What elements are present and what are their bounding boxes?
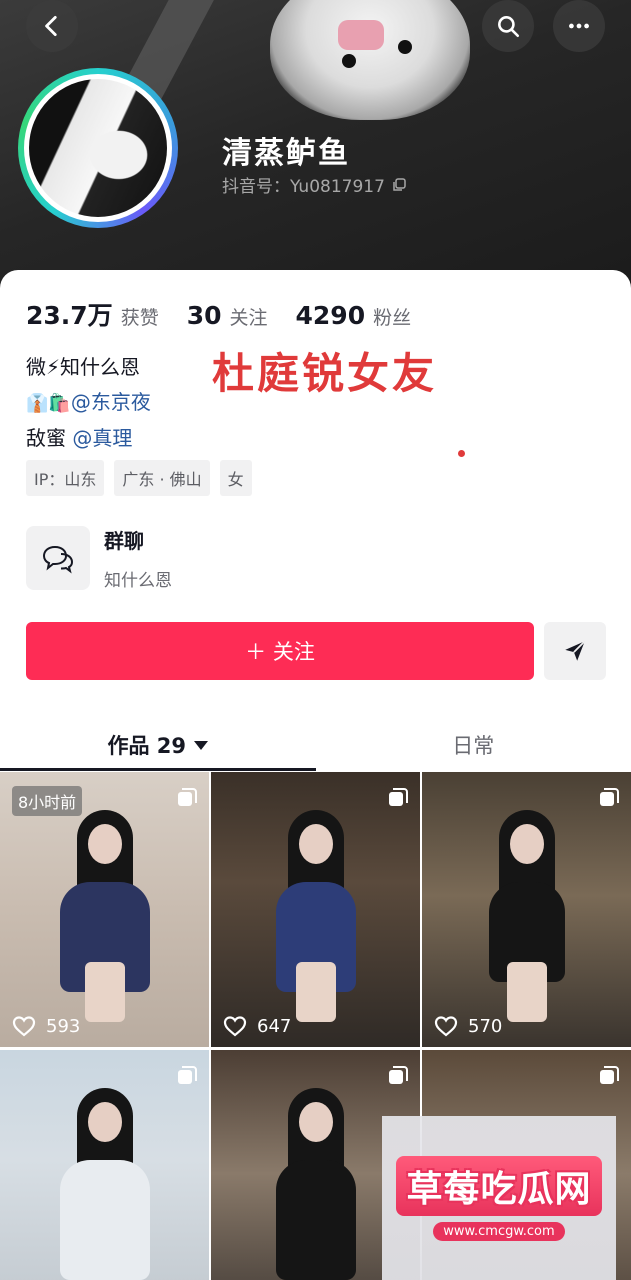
stat-followers[interactable]: 4290 粉丝 xyxy=(296,301,412,330)
mention-link-1[interactable]: @东京夜 xyxy=(71,390,151,414)
watermark-url: www.cmcgw.com xyxy=(433,1221,565,1241)
like-count: 647 xyxy=(223,1015,291,1037)
tag-ip: IP：山东 xyxy=(26,460,105,496)
content-tabs: 作品 29 日常 xyxy=(0,718,631,772)
bio-line-3-text: 敌蜜 xyxy=(26,426,73,450)
profile-tags: IP：山东 广东 · 佛山 女 xyxy=(26,460,252,496)
video-tile[interactable]: 647 xyxy=(211,772,420,1047)
multi-image-icon xyxy=(600,1066,619,1084)
heart-icon xyxy=(223,1016,247,1037)
search-button[interactable] xyxy=(482,0,534,52)
mention-link-2[interactable]: @真理 xyxy=(72,426,132,450)
like-count-value: 570 xyxy=(468,1015,503,1037)
share-button[interactable] xyxy=(544,622,606,680)
caret-down-icon xyxy=(194,740,209,750)
chevron-left-icon xyxy=(45,15,57,37)
copy-icon xyxy=(393,177,406,191)
tab-daily[interactable]: 日常 xyxy=(316,718,631,772)
overlay-caption: 杜庭锐女友 xyxy=(212,349,438,398)
follow-button[interactable]: ＋ 关注 xyxy=(26,622,534,680)
site-watermark: 草莓吃瓜网 www.cmcgw.com xyxy=(382,1116,616,1280)
search-icon xyxy=(498,16,520,38)
video-tile[interactable]: 8小时前 593 xyxy=(0,772,209,1047)
multi-image-icon xyxy=(389,1066,408,1084)
send-icon xyxy=(565,640,586,661)
active-tab-indicator xyxy=(0,768,316,771)
likes-label: 获赞 xyxy=(120,307,159,329)
tag-location: 广东 · 佛山 xyxy=(114,460,210,496)
stat-following[interactable]: 30 关注 xyxy=(187,301,268,330)
bio-line-1: 微⚡知什么恩 xyxy=(26,355,141,379)
profile-nickname: 清蒸鲈鱼 xyxy=(222,136,350,171)
like-count-value: 647 xyxy=(257,1015,292,1037)
like-count: 570 xyxy=(434,1015,502,1037)
video-tile[interactable] xyxy=(0,1050,209,1280)
tab-works-label: 作品 29 xyxy=(107,734,187,758)
chat-bubbles-icon xyxy=(42,545,74,574)
more-button[interactable] xyxy=(553,0,605,52)
group-chat-title: 群聊 xyxy=(104,529,144,553)
bio: 微⚡知什么恩 👔🛍️@东京夜 敌蜜 @真理 xyxy=(26,350,151,456)
stats-row: 23.7万 获赞 30 关注 4290 粉丝 xyxy=(26,296,411,332)
multi-image-icon xyxy=(389,788,408,806)
bio-line-2: 👔🛍️@东京夜 xyxy=(26,385,151,421)
group-chat-entry[interactable]: 群聊 知什么恩 xyxy=(26,525,172,591)
like-count-value: 593 xyxy=(46,1015,81,1037)
time-badge: 8小时前 xyxy=(12,786,83,816)
red-dot xyxy=(458,450,465,457)
watermark-title: 草莓吃瓜网 xyxy=(396,1155,602,1216)
banner-dog-image xyxy=(270,0,470,120)
likes-count: 23.7万 xyxy=(26,301,113,330)
followers-label: 粉丝 xyxy=(373,307,412,329)
group-chat-icon-box xyxy=(26,526,90,590)
bio-line-3: 敌蜜 @真理 xyxy=(26,421,151,456)
tab-works[interactable]: 作品 29 xyxy=(0,718,316,772)
following-count: 30 xyxy=(186,301,222,330)
tab-daily-label: 日常 xyxy=(452,734,495,758)
group-chat-subtitle: 知什么恩 xyxy=(104,571,172,591)
avatar[interactable] xyxy=(18,68,178,228)
followers-count: 4290 xyxy=(295,301,366,330)
back-button[interactable] xyxy=(26,0,78,52)
multi-image-icon xyxy=(178,1066,197,1084)
multi-image-icon xyxy=(178,788,197,806)
more-dots-icon xyxy=(569,23,589,29)
avatar-image xyxy=(29,79,167,217)
douyin-id[interactable]: 抖音号：Yu0817917 xyxy=(222,172,407,197)
tag-gender: 女 xyxy=(219,460,252,496)
following-label: 关注 xyxy=(229,307,268,329)
heart-icon xyxy=(434,1016,458,1037)
stat-likes[interactable]: 23.7万 获赞 xyxy=(26,296,159,332)
video-tile[interactable]: 570 xyxy=(422,772,631,1047)
heart-icon xyxy=(12,1016,36,1037)
douyin-id-text: 抖音号：Yu0817917 xyxy=(222,177,385,197)
like-count: 593 xyxy=(12,1015,80,1037)
bio-emoji: 👔🛍️ xyxy=(26,393,71,414)
multi-image-icon xyxy=(600,788,619,806)
